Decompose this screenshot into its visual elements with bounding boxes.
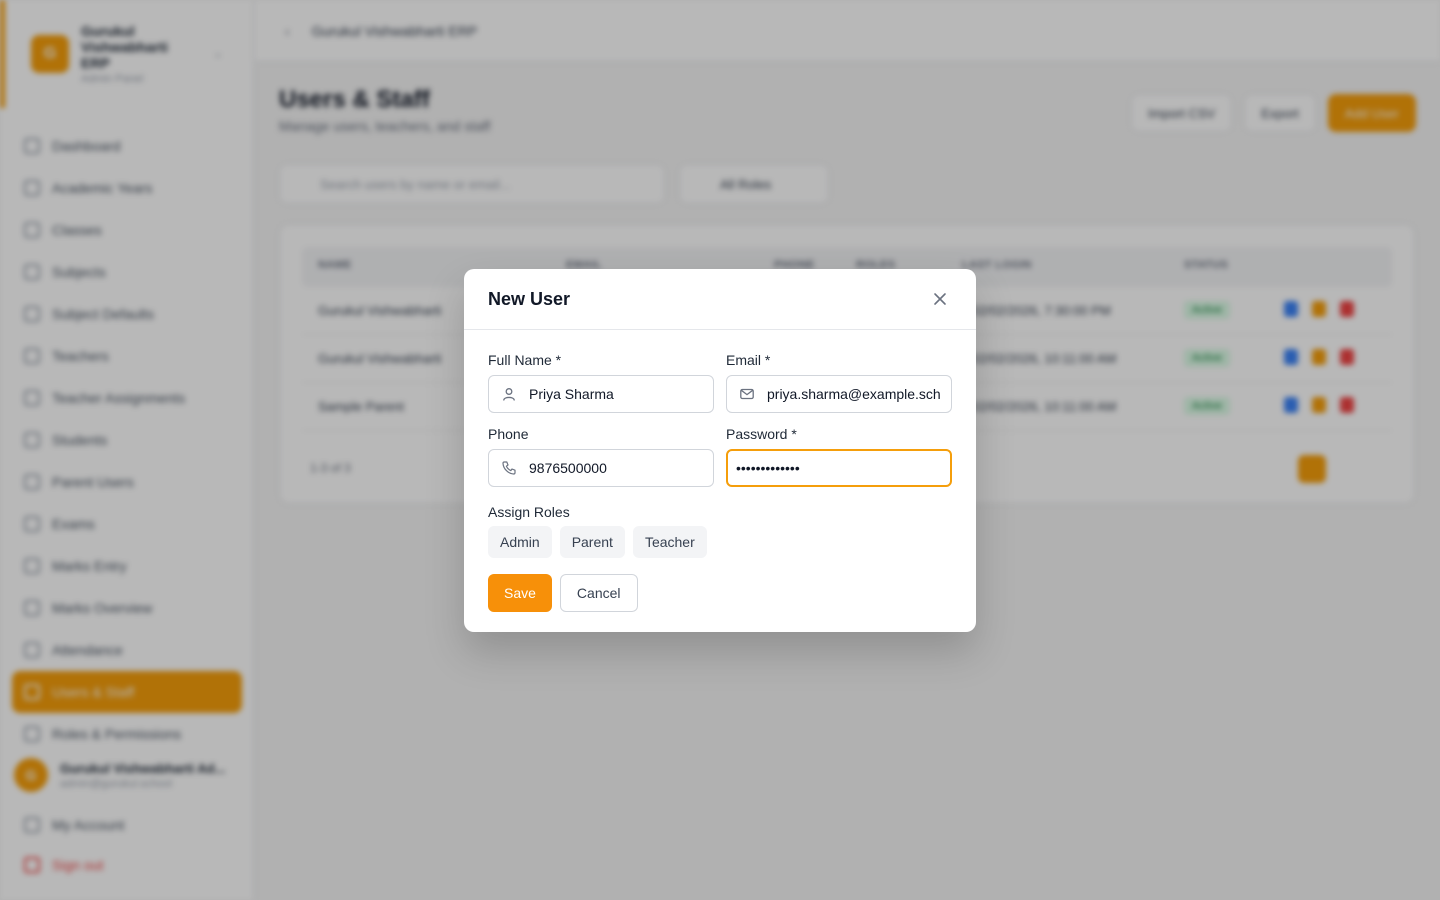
email-label: Email * [726, 352, 771, 368]
role-chips: Admin Parent Teacher [488, 526, 707, 558]
email-field[interactable] [726, 375, 952, 413]
password-input[interactable] [736, 460, 950, 476]
email-input[interactable] [767, 386, 951, 402]
dialog-actions: Save Cancel [488, 574, 638, 612]
new-user-dialog: New User Full Name * Email * Phone [464, 269, 976, 632]
full-name-input[interactable] [529, 386, 713, 402]
close-icon[interactable] [928, 287, 952, 311]
password-field[interactable] [726, 449, 952, 487]
phone-label: Phone [488, 426, 529, 442]
user-icon [489, 386, 529, 402]
password-label: Password * [726, 426, 797, 442]
full-name-label: Full Name * [488, 352, 562, 368]
assign-roles-label: Assign Roles [488, 504, 570, 520]
cancel-button[interactable]: Cancel [559, 574, 638, 612]
role-chip-teacher[interactable]: Teacher [632, 526, 707, 558]
phone-field[interactable] [488, 449, 714, 487]
save-button[interactable]: Save [488, 574, 552, 612]
full-name-field[interactable] [488, 375, 714, 413]
phone-icon [489, 460, 529, 476]
role-chip-parent[interactable]: Parent [559, 526, 625, 558]
phone-input[interactable] [529, 460, 713, 476]
dialog-header: New User [464, 269, 976, 330]
role-chip-admin[interactable]: Admin [488, 526, 552, 558]
dialog-title: New User [488, 288, 571, 309]
mail-icon [727, 386, 767, 402]
